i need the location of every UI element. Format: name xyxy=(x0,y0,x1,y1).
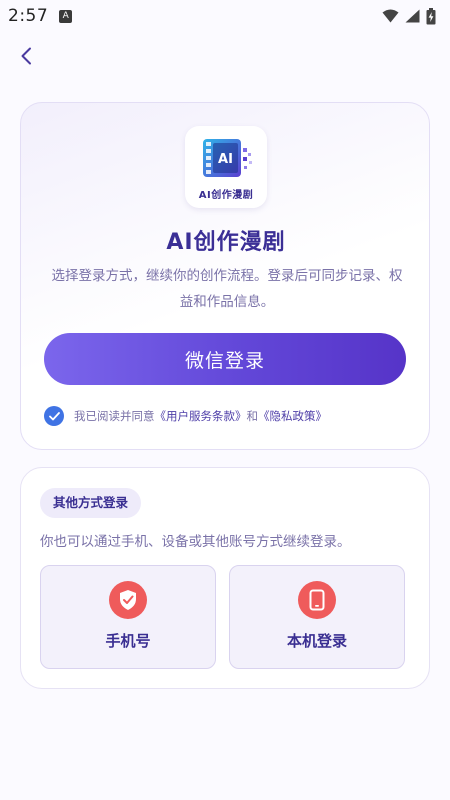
device-icon-circle xyxy=(298,581,336,619)
agreement-checkbox[interactable] xyxy=(44,406,64,426)
notification-icon: A xyxy=(59,9,73,23)
device-login-button[interactable]: 本机登录 xyxy=(229,565,405,669)
main-login-card: AI AI创作漫剧 AI创作漫剧 选择登录方式，继续你的创作流程。登录后可同步记… xyxy=(20,102,430,450)
phone-number-icon-circle xyxy=(109,581,147,619)
agreement-text: 我已阅读并同意《用户服务条款》和《隐私政策》 xyxy=(74,408,327,424)
terms-link[interactable]: 《用户服务条款》 xyxy=(155,409,247,423)
agreement-and: 和 xyxy=(246,409,259,423)
signal-icon xyxy=(405,9,420,23)
wifi-icon xyxy=(382,9,399,23)
device-login-label: 本机登录 xyxy=(286,632,347,650)
agreement-prefix: 我已阅读并同意 xyxy=(74,409,155,423)
status-time: 2:57 xyxy=(8,6,49,26)
status-icons xyxy=(382,7,436,25)
back-button[interactable] xyxy=(12,42,40,70)
app-description: 选择登录方式，继续你的创作流程。登录后可同步记录、权益和作品信息。 xyxy=(51,268,403,310)
app-logo: AI AI创作漫剧 xyxy=(185,126,267,208)
chevron-left-icon xyxy=(21,47,31,65)
app-title: AI创作漫剧 xyxy=(166,230,286,255)
wechat-login-button[interactable]: 微信登录 xyxy=(44,333,406,385)
status-bar: 2:57 A xyxy=(0,0,450,32)
film-ai-icon: AI xyxy=(203,139,252,177)
checkmark-icon xyxy=(48,411,60,420)
phone-number-login-button[interactable]: 手机号 xyxy=(40,565,216,669)
phone-icon xyxy=(309,589,325,611)
logo-caption: AI创作漫剧 xyxy=(198,190,254,201)
svg-text:AI: AI xyxy=(218,152,233,167)
shield-icon xyxy=(120,590,136,610)
other-login-card: 其他方式登录 你也可以通过手机、设备或其他账号方式继续登录。 手机号 本机登录 xyxy=(20,467,430,689)
privacy-link[interactable]: 《隐私政策》 xyxy=(258,409,327,423)
login-screen: 2:57 A AI AI创作漫剧 AI创作漫剧 选择登录方式，继续你的创作流程。… xyxy=(0,0,450,800)
battery-charging-icon xyxy=(426,7,436,24)
agreement-row: 我已阅读并同意《用户服务条款》和《隐私政策》 xyxy=(44,405,327,427)
phone-number-label: 手机号 xyxy=(105,632,151,650)
other-login-description: 你也可以通过手机、设备或其他账号方式继续登录。 xyxy=(40,534,351,550)
other-login-badge: 其他方式登录 xyxy=(40,488,142,518)
